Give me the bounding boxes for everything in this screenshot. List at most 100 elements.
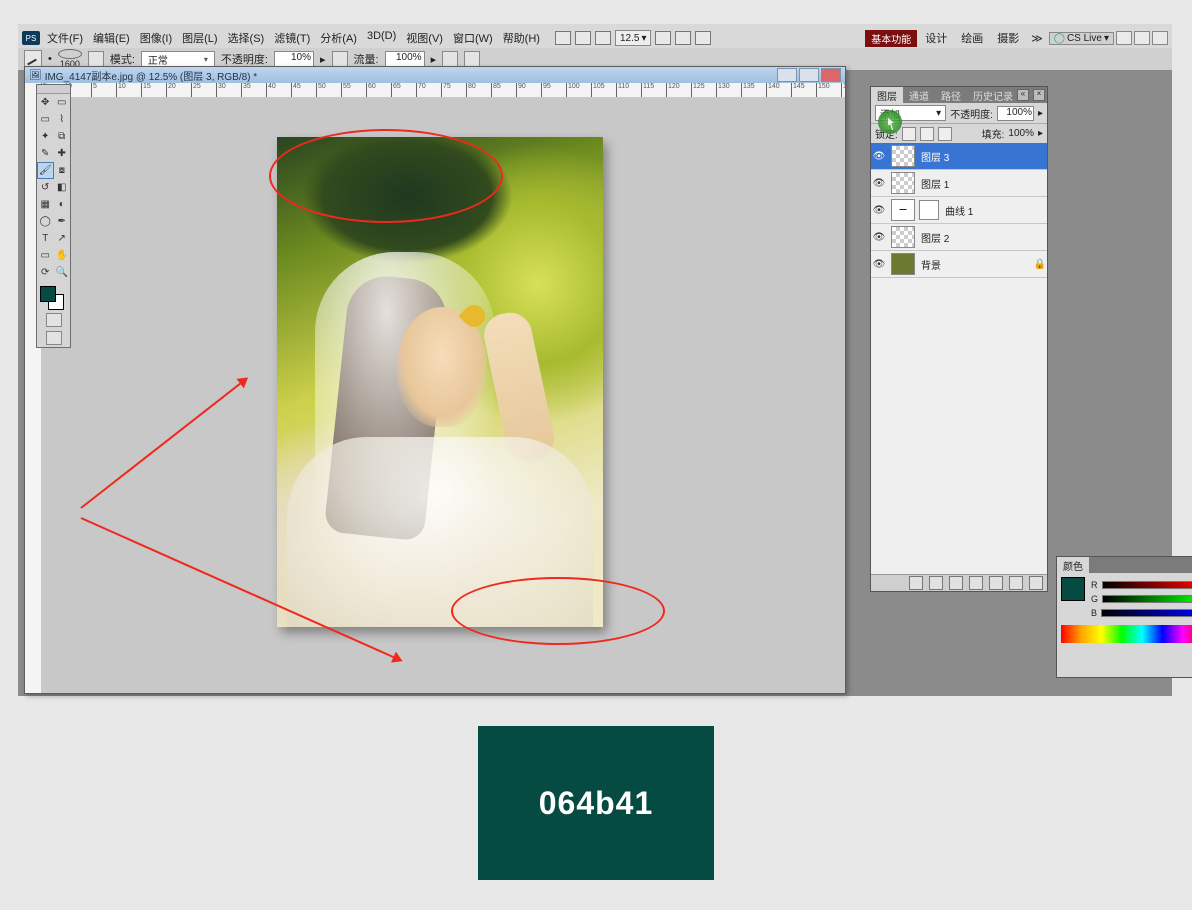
blur-tool-icon[interactable]: ◐	[54, 196, 71, 213]
menu-item[interactable]: 分析(A)	[315, 29, 362, 47]
pressure-size-icon[interactable]	[464, 51, 480, 67]
brush-panel-icon[interactable]	[88, 51, 104, 67]
zoom-select[interactable]: 12.5▾	[615, 30, 652, 46]
cslive-button[interactable]: ◯CS Live▾	[1049, 32, 1114, 45]
spectrum-strip[interactable]	[1061, 625, 1192, 643]
lock-position-icon[interactable]	[920, 127, 934, 141]
doc-min-button[interactable]	[777, 68, 797, 82]
g-slider[interactable]	[1102, 595, 1192, 603]
workspace-photo[interactable]: 摄影	[991, 29, 1025, 47]
dodge-tool-icon[interactable]: ◯	[37, 213, 54, 230]
visibility-eye-icon[interactable]: 👁	[871, 151, 887, 162]
shape-tool-icon[interactable]: ▭	[37, 247, 54, 264]
r-slider[interactable]	[1102, 581, 1192, 589]
extras-icon[interactable]	[595, 31, 611, 45]
menu-item[interactable]: 滤镜(T)	[269, 29, 315, 47]
artboard-tool-icon[interactable]: ▭	[54, 94, 71, 111]
eraser-tool-icon[interactable]: ◧	[54, 179, 71, 196]
hand-tool-icon[interactable]: ✋	[54, 247, 71, 264]
pressure-opacity-icon[interactable]	[332, 51, 348, 67]
path-tool-icon[interactable]: ↗	[54, 230, 71, 247]
tab-layers[interactable]: 图层	[871, 87, 903, 103]
heal-tool-icon[interactable]: ✚	[54, 145, 71, 162]
color-swatches[interactable]	[37, 283, 70, 309]
panel-collapse-icon[interactable]: «	[1017, 89, 1029, 101]
marquee-tool-icon[interactable]: ▭	[37, 111, 54, 128]
canvas-area[interactable]	[41, 97, 845, 693]
foreground-color-swatch[interactable]	[40, 286, 56, 302]
rotate-icon[interactable]	[695, 31, 711, 45]
zoom-tool-icon[interactable]: 🔍	[54, 264, 71, 281]
menu-item[interactable]: 编辑(E)	[88, 29, 135, 47]
menu-item[interactable]: 选择(S)	[223, 29, 270, 47]
visibility-eye-icon[interactable]: 👁	[871, 232, 887, 243]
menu-item[interactable]: 3D(D)	[362, 29, 401, 47]
fx-icon[interactable]	[929, 576, 943, 590]
menu-item[interactable]: 图像(I)	[135, 29, 177, 47]
visibility-eye-icon[interactable]: 👁	[871, 178, 887, 189]
annotation-ellipse-top	[269, 129, 503, 223]
menu-item[interactable]: 帮助(H)	[498, 29, 545, 47]
new-layer-icon[interactable]	[1009, 576, 1023, 590]
pen-tool-icon[interactable]: ✒	[54, 213, 71, 230]
more-icon[interactable]: ≫	[1027, 32, 1047, 45]
layer-row[interactable]: 👁⎯曲线 1	[871, 197, 1047, 224]
eyedropper-tool-icon[interactable]: ✎	[37, 145, 54, 162]
group-icon[interactable]	[989, 576, 1003, 590]
menu-item[interactable]: 视图(V)	[401, 29, 448, 47]
opacity-input[interactable]: 10%	[274, 51, 314, 67]
max-button[interactable]	[1134, 31, 1150, 45]
crop-tool-icon[interactable]: ⧉	[54, 128, 71, 145]
history-brush-icon[interactable]: ↺	[37, 179, 54, 196]
zoom-icon[interactable]	[675, 31, 691, 45]
rotate-view-icon[interactable]: ⟳	[37, 264, 54, 281]
color-panel-swatch[interactable]	[1061, 577, 1085, 601]
workspace-paint[interactable]: 绘画	[955, 29, 989, 47]
wand-tool-icon[interactable]: ✦	[37, 128, 54, 145]
min-button[interactable]	[1116, 31, 1132, 45]
screen-mode-icon[interactable]	[575, 31, 591, 45]
layer-row[interactable]: 👁图层 2	[871, 224, 1047, 251]
move-tool-icon[interactable]: ✥	[37, 94, 54, 111]
hand-icon[interactable]	[655, 31, 671, 45]
layer-mask-thumb	[919, 200, 939, 220]
tab-color[interactable]: 颜色	[1057, 557, 1089, 573]
visibility-eye-icon[interactable]: 👁	[871, 259, 887, 270]
panel-close-icon[interactable]: ×	[1033, 89, 1045, 101]
tab-paths[interactable]: 路径	[935, 87, 967, 103]
doc-max-button[interactable]	[799, 68, 819, 82]
mask-icon[interactable]	[949, 576, 963, 590]
b-slider[interactable]	[1101, 609, 1192, 617]
layer-row[interactable]: 👁图层 3	[871, 143, 1047, 170]
blend-mode-select[interactable]: 正常▾	[141, 51, 215, 68]
doc-close-button[interactable]	[821, 68, 841, 82]
link-layers-icon[interactable]	[909, 576, 923, 590]
menu-item[interactable]: 图层(L)	[177, 29, 222, 47]
layer-row[interactable]: 👁图层 1	[871, 170, 1047, 197]
layer-opacity-input[interactable]: 100%	[997, 106, 1034, 121]
airbrush-icon[interactable]	[442, 51, 458, 67]
workspace-design[interactable]: 设计	[919, 29, 953, 47]
trash-icon[interactable]	[1029, 576, 1043, 590]
arrange-icon[interactable]	[555, 31, 571, 45]
tab-history[interactable]: 历史记录	[967, 87, 1019, 103]
adjustment-icon[interactable]	[969, 576, 983, 590]
fill-input[interactable]: 100%	[1008, 128, 1034, 139]
menu-item[interactable]: 窗口(W)	[448, 29, 498, 47]
layer-row[interactable]: 👁背景🔒	[871, 251, 1047, 278]
visibility-eye-icon[interactable]: 👁	[871, 205, 887, 216]
quickmask-icon[interactable]	[46, 313, 62, 327]
brush-tool-icon[interactable]: 🖌	[37, 162, 54, 179]
screenmode-icon[interactable]	[46, 331, 62, 345]
close-button[interactable]	[1152, 31, 1168, 45]
workspace-chip[interactable]: 基本功能	[865, 30, 917, 47]
lasso-tool-icon[interactable]: ⌇	[54, 111, 71, 128]
lock-pixels-icon[interactable]	[902, 127, 916, 141]
stamp-tool-icon[interactable]: ⧇	[54, 162, 71, 179]
type-tool-icon[interactable]: T	[37, 230, 54, 247]
lock-all-icon[interactable]	[938, 127, 952, 141]
flow-input[interactable]: 100%	[385, 51, 425, 67]
menu-item[interactable]: 文件(F)	[42, 29, 88, 47]
gradient-tool-icon[interactable]: ▦	[37, 196, 54, 213]
tab-channels[interactable]: 通道	[903, 87, 935, 103]
